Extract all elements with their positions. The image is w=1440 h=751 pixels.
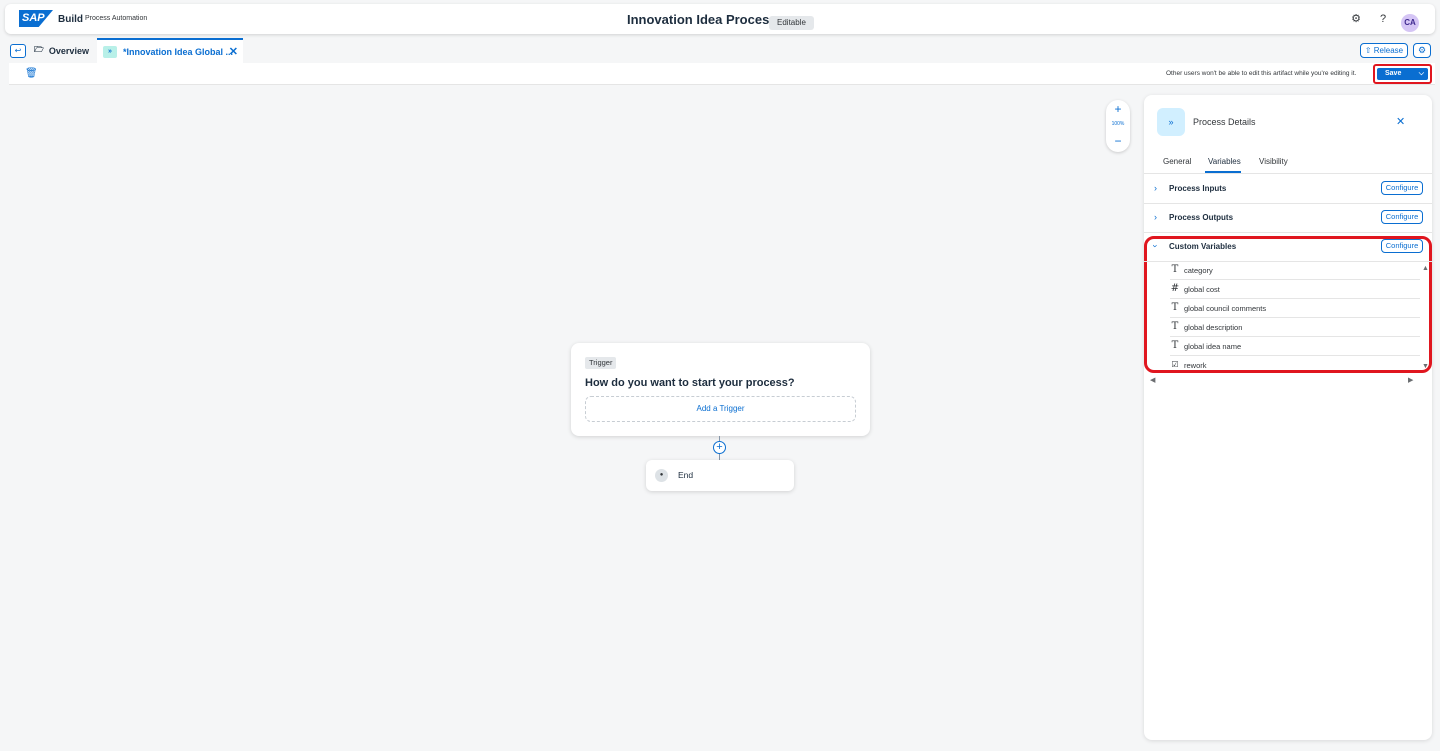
chevron-down-icon[interactable]: ⌵ — [1419, 68, 1424, 80]
end-node[interactable]: ● End — [646, 460, 794, 491]
help-icon[interactable]: ? — [1376, 12, 1390, 26]
variable-row[interactable]: # global cost — [1170, 280, 1420, 299]
add-trigger-button[interactable]: Add a Trigger — [585, 396, 856, 422]
process-icon: » — [1157, 108, 1185, 136]
scroll-down-arrow-icon[interactable]: ▼ — [1422, 363, 1429, 370]
folder-icon: 🗁 — [34, 44, 44, 54]
status-badge: Editable — [769, 16, 814, 30]
process-inputs-section[interactable]: › Process Inputs Configure — [1144, 175, 1432, 204]
text-type-icon: T — [1171, 321, 1179, 332]
zoom-in-button[interactable]: + — [1106, 102, 1130, 116]
scroll-right-arrow-icon[interactable]: ▶ — [1408, 376, 1413, 384]
variable-row[interactable]: T category — [1170, 261, 1420, 280]
custom-variables-label: Custom Variables — [1169, 242, 1237, 251]
variable-name: category — [1184, 266, 1213, 275]
process-outputs-label: Process Outputs — [1169, 213, 1234, 222]
editor-toolbar: 🗑 Other users won't be able to edit this… — [9, 63, 1435, 85]
trigger-tag: Trigger — [585, 357, 617, 369]
shell-bar: SAP Build Process Automation Innovation … — [5, 4, 1435, 34]
custom-variables-section[interactable]: › Custom Variables Configure — [1144, 233, 1432, 262]
product-name: Process Automation — [85, 15, 148, 22]
variable-name: rework — [1184, 361, 1207, 370]
process-outputs-section[interactable]: › Process Outputs Configure — [1144, 204, 1432, 233]
variable-row[interactable]: T global description — [1170, 318, 1420, 337]
close-icon[interactable]: ✕ — [229, 45, 238, 58]
process-inputs-label: Process Inputs — [1169, 184, 1227, 193]
zoom-control: + 100% − — [1106, 100, 1130, 152]
scroll-left-arrow-icon[interactable]: ◀ — [1150, 376, 1155, 384]
end-label: End — [678, 470, 694, 480]
text-type-icon: T — [1171, 264, 1179, 275]
tab-active-label: *Innovation Idea Global ... — [123, 46, 234, 57]
tab-visibility[interactable]: Visibility — [1259, 157, 1288, 166]
tab-overview[interactable]: 🗁 Overview — [34, 38, 94, 63]
tab-general[interactable]: General — [1163, 157, 1191, 166]
tab-variables[interactable]: Variables — [1208, 157, 1241, 166]
variable-name: global council comments — [1184, 304, 1267, 313]
text-type-icon: T — [1171, 302, 1179, 313]
boolean-type-icon: ☑ — [1171, 360, 1179, 369]
chevron-down-icon[interactable]: › — [1151, 245, 1161, 248]
stop-icon: ● — [655, 469, 668, 482]
add-step-button[interactable]: + — [713, 441, 726, 454]
chevron-right-icon[interactable]: › — [1154, 183, 1157, 193]
process-icon: » — [103, 45, 117, 58]
zoom-out-button[interactable]: − — [1106, 134, 1130, 148]
upload-icon: ⇧ — [1364, 46, 1372, 55]
release-button[interactable]: ⇧ Release — [1360, 43, 1408, 58]
close-icon[interactable]: ✕ — [1396, 115, 1405, 128]
settings-button[interactable]: ⚙ — [1413, 43, 1431, 58]
variable-name: global description — [1184, 323, 1243, 332]
scroll-up-arrow-icon[interactable]: ▲ — [1422, 265, 1429, 272]
save-button[interactable]: Save ⌵ — [1377, 68, 1428, 80]
sap-logo[interactable]: SAP — [19, 10, 53, 27]
gear-icon: ⚙ — [1417, 45, 1427, 55]
trigger-question: How do you want to start your process? — [585, 377, 795, 389]
tab-overview-label: Overview — [48, 45, 89, 56]
variable-row[interactable]: T global idea name — [1170, 337, 1420, 356]
process-details-panel: » Process Details ✕ General Variables Vi… — [1144, 95, 1432, 740]
trash-icon[interactable]: 🗑 — [25, 68, 38, 79]
avatar[interactable]: CA — [1401, 14, 1419, 32]
variable-name: global idea name — [1184, 342, 1242, 351]
save-highlight: Save ⌵ — [1373, 64, 1432, 84]
text-type-icon: T — [1171, 340, 1179, 351]
navigation-toggle-button[interactable]: ↩ — [10, 44, 26, 58]
zoom-level[interactable]: 100% — [1106, 121, 1130, 127]
trigger-card: Trigger How do you want to start your pr… — [571, 343, 870, 436]
page-title: Innovation Idea Process — [627, 12, 777, 27]
configure-outputs-button[interactable]: Configure — [1381, 210, 1423, 224]
configure-custom-button[interactable]: Configure — [1381, 239, 1423, 253]
number-type-icon: # — [1170, 283, 1180, 294]
save-label: Save — [1385, 70, 1402, 77]
edit-lock-note: Other users won't be able to edit this a… — [1166, 70, 1357, 77]
notifications-icon[interactable]: ⚙ — [1349, 12, 1363, 26]
variable-name: global cost — [1184, 285, 1220, 294]
tab-innovation-idea-global[interactable]: » *Innovation Idea Global ... ✕ — [97, 38, 243, 63]
chevron-right-icon[interactable]: › — [1154, 212, 1157, 222]
brand-name: Build — [58, 14, 83, 25]
configure-inputs-button[interactable]: Configure — [1381, 181, 1423, 195]
release-label: Release — [1373, 46, 1404, 55]
tabs-divider — [1144, 173, 1432, 174]
panel-title: Process Details — [1193, 117, 1256, 127]
variable-row[interactable]: ☑ rework — [1170, 356, 1420, 375]
variable-row[interactable]: T global council comments — [1170, 299, 1420, 318]
